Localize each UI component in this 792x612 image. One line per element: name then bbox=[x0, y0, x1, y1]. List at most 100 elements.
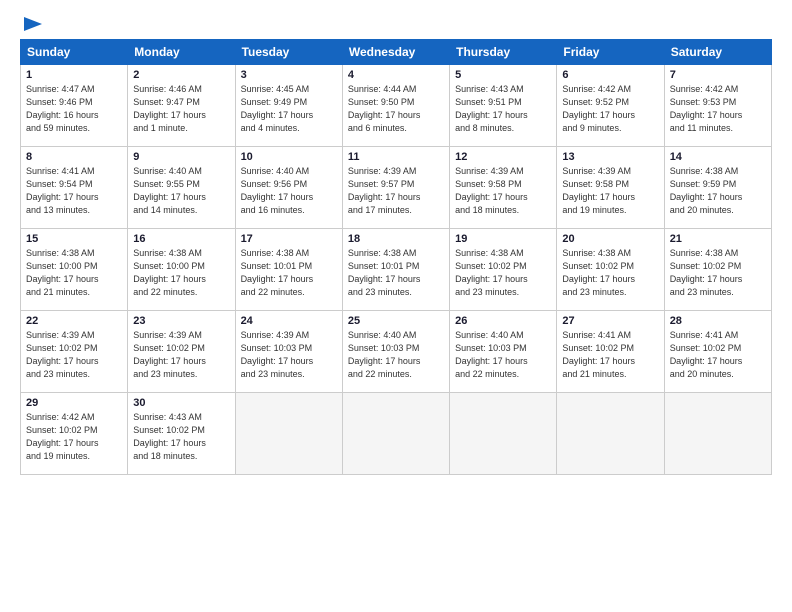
calendar-table: SundayMondayTuesdayWednesdayThursdayFrid… bbox=[20, 39, 772, 475]
calendar-header-row: SundayMondayTuesdayWednesdayThursdayFrid… bbox=[21, 40, 772, 65]
calendar-day-cell: 24Sunrise: 4:39 AMSunset: 10:03 PMDaylig… bbox=[235, 311, 342, 393]
day-number: 7 bbox=[670, 69, 766, 81]
day-info: Sunrise: 4:42 AMSunset: 9:53 PMDaylight:… bbox=[670, 83, 766, 135]
calendar-day-cell: 4Sunrise: 4:44 AMSunset: 9:50 PMDaylight… bbox=[342, 65, 449, 147]
day-number: 1 bbox=[26, 69, 122, 81]
day-info: Sunrise: 4:46 AMSunset: 9:47 PMDaylight:… bbox=[133, 83, 229, 135]
day-number: 11 bbox=[348, 151, 444, 163]
day-info: Sunrise: 4:38 AMSunset: 10:02 PMDaylight… bbox=[670, 247, 766, 299]
day-info: Sunrise: 4:38 AMSunset: 10:01 PMDaylight… bbox=[241, 247, 337, 299]
calendar-day-cell bbox=[342, 393, 449, 475]
calendar-header-cell: Saturday bbox=[664, 40, 771, 65]
calendar-day-cell: 7 Sunrise: 4:42 AMSunset: 9:53 PMDaylight… bbox=[664, 65, 771, 147]
calendar-day-cell bbox=[557, 393, 664, 475]
day-number: 26 bbox=[455, 315, 551, 327]
day-number: 16 bbox=[133, 233, 229, 245]
day-info: Sunrise: 4:40 AMSunset: 10:03 PMDaylight… bbox=[455, 329, 551, 381]
calendar-header-cell: Wednesday bbox=[342, 40, 449, 65]
calendar-header-cell: Sunday bbox=[21, 40, 128, 65]
day-info: Sunrise: 4:38 AMSunset: 10:02 PMDaylight… bbox=[562, 247, 658, 299]
day-info: Sunrise: 4:43 AMSunset: 10:02 PMDaylight… bbox=[133, 411, 229, 463]
calendar-day-cell: 25 Sunrise: 4:40 AMSunset: 10:03 PMDaylig… bbox=[342, 311, 449, 393]
day-info: Sunrise: 4:47 AMSunset: 9:46 PMDaylight:… bbox=[26, 83, 122, 135]
day-number: 18 bbox=[348, 233, 444, 245]
day-number: 8 bbox=[26, 151, 122, 163]
logo-flag-icon bbox=[22, 15, 44, 33]
calendar-day-cell: 2 Sunrise: 4:46 AMSunset: 9:47 PMDaylight… bbox=[128, 65, 235, 147]
calendar-week-row: 29Sunrise: 4:42 AMSunset: 10:02 PMDaylig… bbox=[21, 393, 772, 475]
calendar-day-cell: 8 Sunrise: 4:41 AMSunset: 9:54 PMDaylight… bbox=[21, 147, 128, 229]
day-info: Sunrise: 4:39 AMSunset: 10:03 PMDaylight… bbox=[241, 329, 337, 381]
calendar-week-row: 15 Sunrise: 4:38 AMSunset: 10:00 PMDaylig… bbox=[21, 229, 772, 311]
day-info: Sunrise: 4:42 AMSunset: 9:52 PMDaylight:… bbox=[562, 83, 658, 135]
calendar-day-cell: 21Sunrise: 4:38 AMSunset: 10:02 PMDaylig… bbox=[664, 229, 771, 311]
header bbox=[20, 15, 772, 29]
day-info: Sunrise: 4:38 AMSunset: 10:02 PMDaylight… bbox=[455, 247, 551, 299]
day-info: Sunrise: 4:45 AMSunset: 9:49 PMDaylight:… bbox=[241, 83, 337, 135]
day-info: Sunrise: 4:41 AMSunset: 9:54 PMDaylight:… bbox=[26, 165, 122, 217]
calendar-day-cell: 9Sunrise: 4:40 AMSunset: 9:55 PMDaylight… bbox=[128, 147, 235, 229]
logo bbox=[20, 15, 44, 29]
calendar-week-row: 8 Sunrise: 4:41 AMSunset: 9:54 PMDaylight… bbox=[21, 147, 772, 229]
calendar-day-cell bbox=[664, 393, 771, 475]
calendar-day-cell: 11 Sunrise: 4:39 AMSunset: 9:57 PMDayligh… bbox=[342, 147, 449, 229]
calendar-day-cell: 13 Sunrise: 4:39 AMSunset: 9:58 PMDayligh… bbox=[557, 147, 664, 229]
day-info: Sunrise: 4:39 AMSunset: 9:57 PMDaylight:… bbox=[348, 165, 444, 217]
day-number: 29 bbox=[26, 397, 122, 409]
day-number: 12 bbox=[455, 151, 551, 163]
day-number: 5 bbox=[455, 69, 551, 81]
day-number: 10 bbox=[241, 151, 337, 163]
day-info: Sunrise: 4:41 AMSunset: 10:02 PMDaylight… bbox=[562, 329, 658, 381]
day-number: 6 bbox=[562, 69, 658, 81]
calendar-day-cell: 27 Sunrise: 4:41 AMSunset: 10:02 PMDaylig… bbox=[557, 311, 664, 393]
calendar-header-cell: Thursday bbox=[450, 40, 557, 65]
calendar-day-cell bbox=[235, 393, 342, 475]
day-info: Sunrise: 4:40 AMSunset: 10:03 PMDaylight… bbox=[348, 329, 444, 381]
calendar-body: 1 Sunrise: 4:47 AMSunset: 9:46 PMDaylight… bbox=[21, 65, 772, 475]
calendar-day-cell: 10Sunrise: 4:40 AMSunset: 9:56 PMDayligh… bbox=[235, 147, 342, 229]
day-number: 22 bbox=[26, 315, 122, 327]
day-info: Sunrise: 4:39 AMSunset: 9:58 PMDaylight:… bbox=[562, 165, 658, 217]
calendar-day-cell: 19 Sunrise: 4:38 AMSunset: 10:02 PMDaylig… bbox=[450, 229, 557, 311]
day-info: Sunrise: 4:38 AMSunset: 10:00 PMDaylight… bbox=[133, 247, 229, 299]
calendar-day-cell: 3Sunrise: 4:45 AMSunset: 9:49 PMDaylight… bbox=[235, 65, 342, 147]
calendar-day-cell: 5Sunrise: 4:43 AMSunset: 9:51 PMDaylight… bbox=[450, 65, 557, 147]
day-number: 27 bbox=[562, 315, 658, 327]
day-info: Sunrise: 4:38 AMSunset: 9:59 PMDaylight:… bbox=[670, 165, 766, 217]
calendar-day-cell: 28 Sunrise: 4:41 AMSunset: 10:02 PMDaylig… bbox=[664, 311, 771, 393]
day-number: 25 bbox=[348, 315, 444, 327]
calendar-day-cell: 22 Sunrise: 4:39 AMSunset: 10:02 PMDaylig… bbox=[21, 311, 128, 393]
day-number: 15 bbox=[26, 233, 122, 245]
day-info: Sunrise: 4:41 AMSunset: 10:02 PMDaylight… bbox=[670, 329, 766, 381]
page: SundayMondayTuesdayWednesdayThursdayFrid… bbox=[0, 0, 792, 612]
day-info: Sunrise: 4:39 AMSunset: 10:02 PMDaylight… bbox=[26, 329, 122, 381]
calendar-header-cell: Tuesday bbox=[235, 40, 342, 65]
calendar-day-cell: 17 Sunrise: 4:38 AMSunset: 10:01 PMDaylig… bbox=[235, 229, 342, 311]
day-number: 20 bbox=[562, 233, 658, 245]
calendar-day-cell: 14Sunrise: 4:38 AMSunset: 9:59 PMDayligh… bbox=[664, 147, 771, 229]
day-number: 30 bbox=[133, 397, 229, 409]
day-number: 9 bbox=[133, 151, 229, 163]
day-number: 28 bbox=[670, 315, 766, 327]
calendar-day-cell: 30 Sunrise: 4:43 AMSunset: 10:02 PMDaylig… bbox=[128, 393, 235, 475]
day-number: 19 bbox=[455, 233, 551, 245]
calendar-day-cell: 15 Sunrise: 4:38 AMSunset: 10:00 PMDaylig… bbox=[21, 229, 128, 311]
calendar-day-cell: 23 Sunrise: 4:39 AMSunset: 10:02 PMDaylig… bbox=[128, 311, 235, 393]
day-info: Sunrise: 4:38 AMSunset: 10:01 PMDaylight… bbox=[348, 247, 444, 299]
calendar-header-cell: Friday bbox=[557, 40, 664, 65]
calendar-day-cell: 26 Sunrise: 4:40 AMSunset: 10:03 PMDaylig… bbox=[450, 311, 557, 393]
calendar-header-cell: Monday bbox=[128, 40, 235, 65]
day-number: 23 bbox=[133, 315, 229, 327]
day-number: 13 bbox=[562, 151, 658, 163]
day-info: Sunrise: 4:44 AMSunset: 9:50 PMDaylight:… bbox=[348, 83, 444, 135]
day-number: 17 bbox=[241, 233, 337, 245]
day-info: Sunrise: 4:39 AMSunset: 10:02 PMDaylight… bbox=[133, 329, 229, 381]
day-info: Sunrise: 4:38 AMSunset: 10:00 PMDaylight… bbox=[26, 247, 122, 299]
calendar-day-cell: 16 Sunrise: 4:38 AMSunset: 10:00 PMDaylig… bbox=[128, 229, 235, 311]
calendar-week-row: 1 Sunrise: 4:47 AMSunset: 9:46 PMDaylight… bbox=[21, 65, 772, 147]
day-number: 2 bbox=[133, 69, 229, 81]
day-info: Sunrise: 4:39 AMSunset: 9:58 PMDaylight:… bbox=[455, 165, 551, 217]
calendar-day-cell: 12 Sunrise: 4:39 AMSunset: 9:58 PMDayligh… bbox=[450, 147, 557, 229]
calendar-day-cell: 1 Sunrise: 4:47 AMSunset: 9:46 PMDaylight… bbox=[21, 65, 128, 147]
calendar-day-cell: 20 Sunrise: 4:38 AMSunset: 10:02 PMDaylig… bbox=[557, 229, 664, 311]
